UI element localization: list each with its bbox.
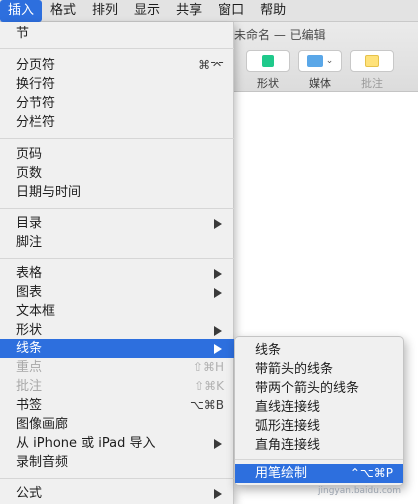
menu-item-label: 书签 [16, 398, 43, 413]
menu-shortcut: ⌃⌥⌘P [349, 466, 393, 480]
menu-item-comment: 批注 ⇧⌘K [0, 377, 234, 396]
menu-item-label: 批注 [16, 379, 43, 394]
menu-item-import-from-device[interactable]: 从 iPhone 或 iPad 导入 [0, 434, 234, 453]
submenu-item-line[interactable]: 线条 [235, 341, 403, 360]
menu-item-chart[interactable]: 图表 [0, 283, 234, 302]
submenu-arrow-icon [214, 489, 222, 499]
comment-icon [365, 55, 379, 67]
menu-item-label: 分栏符 [16, 115, 56, 130]
menubar-insert[interactable]: 插入 [0, 0, 43, 22]
chevron-down-icon: ⌄ [325, 56, 334, 66]
submenu-item-arrow-line[interactable]: 带箭头的线条 [235, 360, 403, 379]
menu-item-bookmark[interactable]: 书签 ⌥⌘B [0, 396, 234, 415]
menu-item-label: 页码 [16, 147, 43, 162]
menu-item-record-audio[interactable]: 录制音频 [0, 453, 234, 472]
menu-item-label: 日期与时间 [16, 185, 82, 200]
submenu-item-corner-connector[interactable]: 直角连接线 [235, 436, 403, 455]
menu-item-image-gallery[interactable]: 图像画廊 [0, 415, 234, 434]
menu-item-label: 分节符 [16, 96, 56, 111]
menu-item-highlight: 重点 ⇧⌘H [0, 358, 234, 377]
menu-separator [0, 478, 234, 479]
menubar-window[interactable]: 窗口 [210, 0, 252, 22]
line-submenu: 线条 带箭头的线条 带两个箭头的线条 直线连接线 弧形连接线 直角连接线 用笔绘… [234, 336, 404, 486]
document-title: 未命名 — 已编辑 [234, 28, 326, 42]
submenu-arrow-icon [214, 439, 222, 449]
menu-item-label: 线条 [16, 341, 43, 356]
menu-item-toc[interactable]: 目录 [0, 214, 234, 233]
menu-item-label: 脚注 [16, 235, 43, 250]
submenu-arrow-icon [214, 219, 222, 229]
menu-item-label: 节 [16, 26, 30, 41]
shape-button[interactable] [246, 50, 290, 72]
menu-item-page-count[interactable]: 页数 [0, 164, 234, 183]
watermark: jingyan.baidu.com [318, 486, 402, 496]
window-toolbar: 未命名 — 已编辑 形状 ⌄ 媒体 批注 [234, 22, 418, 92]
menu-item-text-box[interactable]: 文本框 [0, 302, 234, 321]
menu-item-label: 重点 [16, 360, 43, 375]
menu-item-label: 公式 [16, 486, 43, 501]
menu-shortcut: ⇧⌘H [192, 360, 224, 374]
submenu-item-curved-connector[interactable]: 弧形连接线 [235, 417, 403, 436]
menu-shortcut: ⌘⌤ [198, 58, 224, 72]
menubar-help[interactable]: 帮助 [252, 0, 294, 22]
menu-item-label: 表格 [16, 266, 43, 281]
menu-item-section[interactable]: 节 [0, 24, 234, 43]
menu-separator [0, 48, 234, 49]
menu-item-label: 形状 [16, 323, 43, 338]
menu-item-label: 录制音频 [16, 455, 69, 470]
media-label: 媒体 [309, 77, 331, 90]
media-icon [306, 55, 323, 67]
menu-item-label: 用笔绘制 [255, 466, 308, 481]
menu-item-page-break[interactable]: 分页符 ⌘⌤ [0, 56, 234, 75]
menu-item-label: 分页符 [16, 58, 56, 73]
menu-shortcut: ⇧⌘K [194, 379, 224, 393]
shape-label: 形状 [257, 77, 279, 90]
comment-label: 批注 [361, 77, 383, 90]
media-button[interactable]: ⌄ [298, 50, 342, 72]
menu-item-shape[interactable]: 形状 [0, 321, 234, 340]
menu-item-table[interactable]: 表格 [0, 264, 234, 283]
menu-item-label: 从 iPhone 或 iPad 导入 [16, 436, 156, 451]
submenu-arrow-icon [214, 288, 222, 298]
menu-item-label: 图表 [16, 285, 43, 300]
menu-item-page-number[interactable]: 页码 [0, 145, 234, 164]
menubar-view[interactable]: 显示 [126, 0, 168, 22]
submenu-item-draw-with-pen[interactable]: 用笔绘制 ⌃⌥⌘P [235, 464, 403, 483]
menu-item-equation[interactable]: 公式 [0, 484, 234, 503]
menu-item-label: 目录 [16, 216, 43, 231]
comment-button[interactable] [350, 50, 394, 72]
menu-item-date-time[interactable]: 日期与时间 [0, 183, 234, 202]
submenu-item-straight-connector[interactable]: 直线连接线 [235, 398, 403, 417]
insert-menu: 节 分页符 ⌘⌤ 换行符 分节符 分栏符 页码 页数 日期与时间 目录 脚注 表格… [0, 22, 234, 504]
menu-item-line-break[interactable]: 换行符 [0, 75, 234, 94]
menu-separator [0, 208, 234, 209]
menubar-share[interactable]: 共享 [168, 0, 210, 22]
submenu-arrow-icon [214, 269, 222, 279]
menu-item-section-break[interactable]: 分节符 [0, 94, 234, 113]
menu-item-label: 页数 [16, 166, 43, 181]
menu-shortcut: ⌥⌘B [189, 398, 224, 412]
menu-item-label: 图像画廊 [16, 417, 69, 432]
menu-item-label: 文本框 [16, 304, 56, 319]
menubar-arrange[interactable]: 排列 [84, 0, 126, 22]
menu-separator [235, 459, 403, 460]
menu-item-column-break[interactable]: 分栏符 [0, 113, 234, 132]
menu-separator [0, 138, 234, 139]
submenu-arrow-icon [214, 344, 222, 354]
shape-icon [262, 55, 274, 67]
menu-bar: 插入 格式 排列 显示 共享 窗口 帮助 [0, 0, 418, 22]
menu-item-label: 换行符 [16, 77, 56, 92]
menu-separator [0, 258, 234, 259]
submenu-arrow-icon [214, 326, 222, 336]
menubar-format[interactable]: 格式 [42, 0, 84, 22]
submenu-item-double-arrow-line[interactable]: 带两个箭头的线条 [235, 379, 403, 398]
menu-item-footnote[interactable]: 脚注 [0, 233, 234, 252]
menu-item-line[interactable]: 线条 [0, 339, 234, 358]
